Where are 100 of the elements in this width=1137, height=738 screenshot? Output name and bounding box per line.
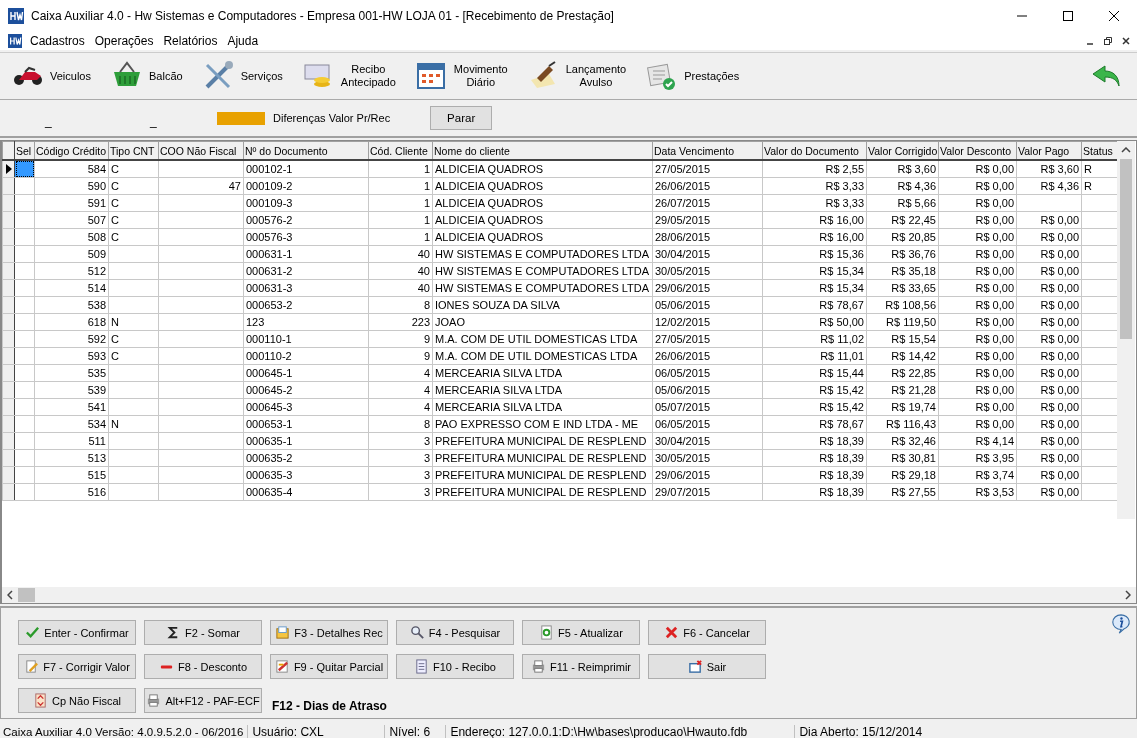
table-cell: R$ 0,00	[938, 330, 1017, 348]
column-header[interactable]: Cód. Cliente	[368, 141, 433, 160]
stop-button[interactable]: Parar	[430, 106, 493, 130]
table-cell: R$ 18,39	[762, 449, 867, 467]
table-cell: R$ 0,00	[938, 211, 1017, 229]
table-cell: R$ 50,00	[762, 313, 867, 331]
action-button[interactable]: Alt+F12 - PAF-ECF	[144, 688, 262, 713]
column-header[interactable]: Nº do Documento	[243, 141, 369, 160]
table-cell: R$ 0,00	[1016, 245, 1082, 263]
folder-icon	[275, 625, 291, 640]
table-cell: 535	[34, 364, 109, 382]
table-cell: R$ 19,74	[866, 398, 939, 416]
table-cell: 3	[368, 449, 433, 467]
action-button[interactable]: Enter - Confirmar	[18, 620, 136, 645]
action-button[interactable]: F2 - Somar	[144, 620, 262, 645]
table-cell: 592	[34, 330, 109, 348]
maximize-icon[interactable]	[1063, 11, 1073, 21]
horizontal-scrollbar[interactable]	[2, 587, 1136, 603]
column-header[interactable]: Valor Corrigido	[866, 141, 939, 160]
toolbar-button[interactable]: Serviços	[200, 60, 297, 92]
table-cell: R$ 0,00	[1016, 330, 1082, 348]
action-button[interactable]: Sair	[648, 654, 766, 679]
table-cell: 27/05/2015	[652, 160, 763, 178]
action-button[interactable]: F6 - Cancelar	[648, 620, 766, 645]
table-cell: R$ 0,00	[938, 262, 1017, 280]
table-cell: 1	[368, 228, 433, 246]
action-button[interactable]: Cp Não Fiscal	[18, 688, 136, 713]
table-cell: 515	[34, 466, 109, 484]
column-header[interactable]: COO Não Fiscal	[158, 141, 244, 160]
table-cell: C	[108, 228, 159, 246]
column-header[interactable]: Nome do cliente	[432, 141, 653, 160]
table-cell: R$ 3,74	[938, 466, 1017, 484]
table-cell: R$ 0,00	[1016, 466, 1082, 484]
toolbar-button[interactable]: Balcão	[109, 60, 197, 92]
table-cell: ALDICEIA QUADROS	[432, 194, 653, 212]
scroll-right-icon[interactable]	[1125, 590, 1131, 600]
action-button[interactable]: F10 - Recibo	[396, 654, 514, 679]
table-cell: 05/06/2015	[652, 381, 763, 399]
action-button[interactable]: F8 - Desconto	[144, 654, 262, 679]
table-cell: R$ 0,00	[1016, 483, 1082, 501]
toolbar-button[interactable]: Movimento Diário	[413, 60, 522, 92]
toolbar-button[interactable]: Lançamento Avulso	[525, 60, 641, 92]
menu-item[interactable]: Ajuda	[227, 34, 259, 48]
close-icon[interactable]	[1109, 11, 1119, 21]
window-icon	[687, 659, 703, 674]
table-cell: 40	[368, 245, 433, 263]
column-header[interactable]: Valor Pago	[1016, 141, 1082, 160]
table-cell: R$ 18,39	[762, 432, 867, 450]
app-logo-icon	[8, 8, 24, 24]
action-button[interactable]: F4 - Pesquisar	[396, 620, 514, 645]
table-cell: R$ 0,00	[1016, 432, 1082, 450]
action-button[interactable]: F3 - Detalhes Rec	[270, 620, 388, 645]
table-cell: R$ 27,55	[866, 483, 939, 501]
table-cell: R$ 0,00	[1016, 262, 1082, 280]
table-cell: R$ 0,00	[1016, 381, 1082, 399]
table-cell: R$ 15,36	[762, 245, 867, 263]
table-cell: R$ 15,54	[866, 330, 939, 348]
table-cell: R$ 0,00	[938, 160, 1017, 178]
vertical-scrollbar[interactable]	[1117, 141, 1135, 519]
table-cell: C	[108, 211, 159, 229]
scroll-thumb[interactable]	[1120, 159, 1132, 339]
table-cell: 1	[368, 177, 433, 195]
close-icon[interactable]	[1121, 36, 1131, 46]
scroll-left-icon[interactable]	[7, 590, 13, 600]
column-header[interactable]: Data Vencimento	[652, 141, 763, 160]
restore-icon[interactable]	[1103, 36, 1113, 46]
menu-item[interactable]: Relatórios	[163, 34, 218, 48]
table-cell: PREFEITURA MUNICIPAL DE RESPLEND	[432, 466, 653, 484]
check-icon	[25, 625, 41, 640]
action-button[interactable]: F5 - Atualizar	[522, 620, 640, 645]
action-button[interactable]: F9 - Quitar Parcial	[270, 654, 388, 679]
table-cell: C	[108, 330, 159, 348]
scroll-thumb[interactable]	[18, 588, 35, 602]
table-cell: R$ 32,46	[866, 432, 939, 450]
menu-item[interactable]: Cadastros	[30, 34, 85, 48]
table-cell: R$ 11,02	[762, 330, 867, 348]
table-cell: R$ 29,18	[866, 466, 939, 484]
toolbar-button[interactable]: Prestações	[644, 60, 754, 92]
column-header[interactable]: Tipo CNT	[108, 141, 159, 160]
column-header[interactable]: Código Crédito	[34, 141, 109, 160]
action-button[interactable]: F7 - Corrigir Valor	[18, 654, 136, 679]
column-header[interactable]: Valor Desconto	[938, 141, 1017, 160]
toolbar-button[interactable]: Veiculos	[10, 60, 105, 92]
table-cell: R$ 0,00	[1016, 347, 1082, 365]
scroll-up-icon[interactable]	[1121, 147, 1131, 153]
table-cell: R$ 4,14	[938, 432, 1017, 450]
table-cell: 1	[368, 194, 433, 212]
column-header[interactable]: Status	[1081, 141, 1117, 160]
table-cell: 538	[34, 296, 109, 314]
table-cell: 06/05/2015	[652, 364, 763, 382]
table-cell: R$ 35,18	[866, 262, 939, 280]
table-cell: 8	[368, 415, 433, 433]
table-cell: 509	[34, 245, 109, 263]
menu-item[interactable]: Operações	[94, 34, 154, 48]
table-cell: 4	[368, 364, 433, 382]
info-icon[interactable]	[1110, 613, 1132, 635]
column-header[interactable]: Valor do Documento	[762, 141, 867, 160]
action-button[interactable]: F11 - Reimprimir	[522, 654, 640, 679]
toolbar-button[interactable]: Recibo Antecipado	[300, 60, 410, 92]
table-cell: 4	[368, 398, 433, 416]
